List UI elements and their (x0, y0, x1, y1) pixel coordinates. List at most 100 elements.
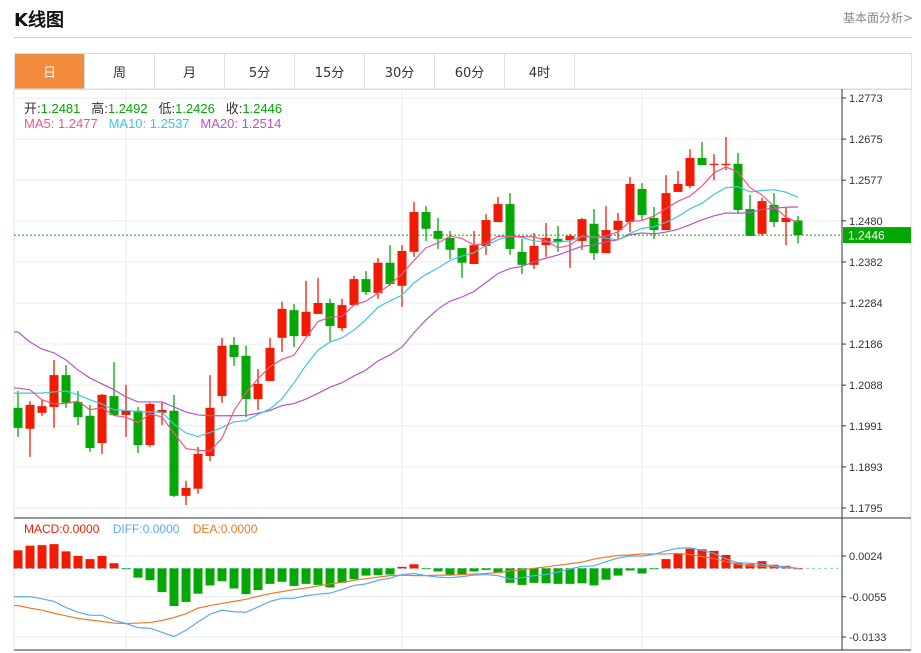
candle-body (421, 212, 431, 229)
macd-y-tick-label: 0.0024 (849, 551, 883, 563)
candle (13, 391, 23, 437)
macd-bar (61, 551, 71, 569)
candle (469, 230, 479, 265)
macd-y-tick-label: -0.0055 (849, 592, 886, 604)
low-value: 1.2426 (175, 101, 215, 116)
candle-body (145, 404, 155, 446)
candle (685, 149, 695, 189)
macd-bar (649, 568, 659, 570)
ma5-label: MA5: (24, 116, 58, 131)
candle (241, 345, 251, 418)
candle-body (313, 303, 323, 314)
macd-bar (361, 568, 371, 576)
candle (301, 280, 311, 337)
candle-body (637, 188, 647, 215)
candle (169, 394, 179, 498)
y-tick-label: 1.2284 (849, 298, 883, 310)
close-value: 1.2446 (242, 101, 283, 116)
candle-body (181, 487, 191, 496)
candle (601, 206, 611, 254)
candle (361, 271, 371, 296)
macd-bar (193, 568, 203, 594)
macd-bar (457, 568, 467, 575)
ma20-value: 1.2514 (241, 116, 282, 131)
macd-bar (673, 553, 683, 569)
candle (481, 214, 491, 255)
macd-value: 0.0000 (62, 522, 100, 536)
high-value: 1.2492 (107, 101, 148, 116)
candle-body (349, 279, 359, 306)
candle-body (397, 251, 407, 286)
macd-bar (589, 568, 599, 586)
candle-body (493, 204, 503, 223)
candle (505, 193, 515, 255)
diff-label: DIFF: (112, 522, 143, 536)
candle (229, 336, 239, 366)
candle-body (649, 217, 659, 231)
macd-bar (565, 568, 575, 584)
macd-bar (313, 568, 323, 585)
candle-body (25, 404, 35, 429)
candle (409, 201, 419, 257)
candle (217, 337, 227, 403)
candle (793, 215, 803, 244)
candle (493, 196, 503, 223)
macd-bar (205, 568, 215, 586)
candle (349, 275, 359, 306)
macd-bar (49, 544, 59, 569)
candle-body (445, 238, 455, 250)
candle (589, 209, 599, 260)
macd-y-tick-label: -0.0133 (849, 632, 886, 644)
dea-value: 0.0000 (220, 522, 258, 536)
macd-bar (253, 568, 263, 591)
candle-body (517, 251, 527, 265)
open-label: 开: (24, 101, 41, 116)
candle (577, 217, 587, 250)
candle-body (661, 193, 671, 231)
macd-bar (637, 568, 647, 574)
candle (457, 248, 467, 278)
candle-body (289, 310, 299, 337)
ma-legend: MA5: 1.2477 MA10: 1.2537 MA20: 1.2514 (24, 116, 281, 131)
macd-bar (301, 568, 311, 584)
candle-body (721, 163, 731, 166)
y-tick-label: 1.2675 (849, 134, 883, 146)
macd-bar (13, 550, 23, 569)
y-tick-label: 1.2773 (849, 93, 883, 105)
y-tick-label: 1.1991 (849, 421, 883, 433)
macd-bar (349, 568, 359, 580)
macd-bar (277, 568, 287, 582)
candle-body (469, 245, 479, 265)
candle-body (709, 163, 719, 166)
dea-label: DEA: (192, 522, 221, 536)
candle-body (505, 204, 515, 249)
candle (733, 152, 743, 213)
macd-bar (229, 568, 239, 589)
macd-bar (625, 568, 635, 571)
macd-bar (421, 568, 431, 570)
ma10-label: MA10: (108, 116, 150, 131)
candle (325, 298, 335, 342)
y-tick-label: 1.2480 (849, 216, 883, 228)
candle-body (37, 406, 47, 413)
macd-bar (409, 564, 419, 569)
candle-body (73, 401, 83, 418)
y-tick-label: 1.1893 (849, 462, 883, 474)
macd-bar (265, 568, 275, 584)
candle (745, 194, 755, 236)
ohlc-legend: 开:1.2481 高:1.2492 低:1.2426 收:1.2446 (24, 98, 282, 117)
candle-body (685, 157, 695, 187)
candle-body (673, 183, 683, 192)
low-label: 低: (158, 101, 176, 116)
candle-body (625, 183, 635, 223)
macd-bar (397, 566, 407, 569)
candle-body (757, 201, 767, 234)
macd-legend: MACD:0.0000 DIFF:0.0000 DEA:0.0000 (24, 522, 257, 536)
macd-bar (685, 548, 695, 569)
candle-body (97, 394, 107, 444)
macd-bar (469, 568, 479, 572)
y-tick-label: 1.2186 (849, 339, 883, 351)
macd-bar (169, 568, 179, 607)
candle (781, 207, 791, 246)
candle (181, 480, 191, 506)
